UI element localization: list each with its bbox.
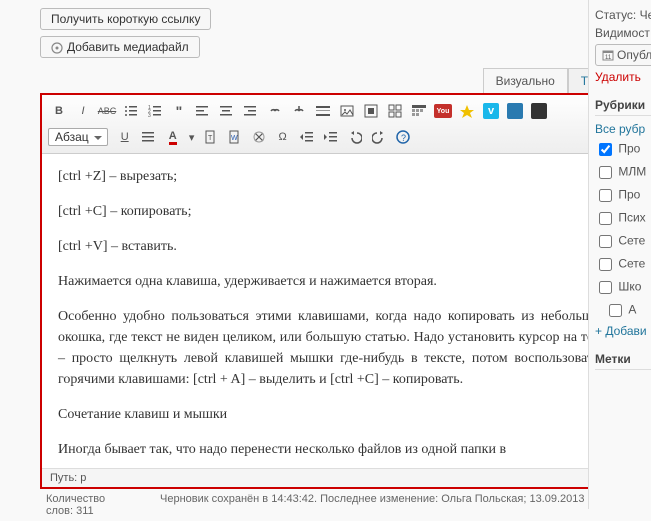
align-right-button[interactable] [240, 100, 262, 122]
svg-text:?: ? [401, 133, 406, 143]
category-item[interactable]: Сете [595, 232, 651, 251]
element-path[interactable]: Путь: p [42, 468, 628, 487]
short-link-button[interactable]: Получить короткую ссылку [40, 8, 211, 30]
rubrics-heading: Рубрики [595, 98, 651, 116]
category-checkbox[interactable] [599, 143, 612, 156]
strike-button[interactable]: ABC [96, 100, 118, 122]
unlink-button[interactable] [288, 100, 310, 122]
outdent-button[interactable] [296, 126, 318, 148]
category-checkbox[interactable] [599, 166, 612, 179]
status-label: Статус: [595, 8, 636, 22]
calendar-icon: 11 [602, 49, 614, 61]
textcolor-button[interactable]: A [162, 126, 184, 148]
plugin1-icon[interactable] [504, 100, 526, 122]
gallery-button[interactable] [384, 100, 406, 122]
save-status: Черновик сохранён в 14:43:42. Последнее … [160, 493, 624, 517]
category-checkbox[interactable] [599, 212, 612, 225]
svg-text:11: 11 [605, 55, 612, 61]
ol-button[interactable]: 123 [144, 100, 166, 122]
category-checkbox[interactable] [609, 304, 622, 317]
category-item[interactable]: Про [595, 140, 651, 159]
svg-text:3: 3 [148, 113, 151, 118]
paste-text-button[interactable]: T [200, 126, 222, 148]
category-item[interactable]: МЛМ [595, 163, 651, 182]
status-bar: Количество слов: 311 Черновик сохранён в… [40, 489, 630, 521]
all-rubrics-tab[interactable]: Все рубр [595, 122, 651, 136]
category-item[interactable]: Псих [595, 209, 651, 228]
justify-button[interactable] [138, 126, 160, 148]
publish-date-button[interactable]: 11 Опубл [595, 44, 651, 66]
paste-word-button[interactable]: W [224, 126, 246, 148]
link-button[interactable] [264, 100, 286, 122]
bold-button[interactable]: B [48, 100, 70, 122]
content-line: [ctrl +C] – копировать; [58, 201, 612, 222]
category-label: Сете [618, 234, 645, 248]
category-checkbox[interactable] [599, 258, 612, 271]
content-line: Сочетание клавиш и мышки [58, 404, 612, 425]
align-center-button[interactable] [216, 100, 238, 122]
remove-format-button[interactable] [248, 126, 270, 148]
undo-button[interactable] [344, 126, 366, 148]
tags-heading: Метки [595, 352, 651, 370]
word-count: Количество слов: 311 [46, 493, 126, 517]
content-line: Иногда бывает так, что надо перенести не… [58, 439, 612, 460]
help-button[interactable]: ? [392, 126, 414, 148]
editor-tabs: ВизуальноТекст [40, 68, 624, 93]
kitchensink-button[interactable] [408, 100, 430, 122]
toolbar: B I ABC 123 " You v [42, 95, 628, 154]
add-category-link[interactable]: + Добави [595, 324, 651, 338]
content-line: Особенно удобно пользоваться этими клави… [58, 306, 612, 390]
delete-link[interactable]: Удалить [595, 70, 641, 84]
fullscreen-button[interactable] [360, 100, 382, 122]
editor-content[interactable]: [ctrl +Z] – вырезать; [ctrl +C] – копиро… [42, 154, 628, 468]
italic-button[interactable]: I [72, 100, 94, 122]
format-select[interactable]: Абзац [48, 128, 108, 146]
youtube-icon[interactable]: You [432, 100, 454, 122]
category-checkbox[interactable] [599, 189, 612, 202]
category-label: Про [618, 142, 640, 156]
category-checkbox[interactable] [599, 235, 612, 248]
align-left-button[interactable] [192, 100, 214, 122]
rutube-icon[interactable] [456, 100, 478, 122]
more-button[interactable] [312, 100, 334, 122]
ul-button[interactable] [120, 100, 142, 122]
category-label: Шко [618, 280, 641, 294]
image-button[interactable] [336, 100, 358, 122]
category-item[interactable]: А [595, 301, 651, 320]
sidebar: Статус: Че Видимост 11 Опубл Удалить Руб… [588, 0, 651, 509]
content-line: [ctrl +V] – вставить. [58, 236, 612, 257]
svg-text:W: W [231, 135, 238, 142]
content-line: [ctrl +Z] – вырезать; [58, 166, 612, 187]
content-line: Нажимается одна клавиша, удерживается и … [58, 271, 612, 292]
media-icon [51, 42, 63, 54]
textcolor-drop-button[interactable]: ▾ [186, 126, 198, 148]
redo-button[interactable] [368, 126, 390, 148]
status-value: Че [640, 8, 651, 22]
underline-button[interactable]: U [114, 126, 136, 148]
category-label: А [628, 303, 636, 317]
category-item[interactable]: Про [595, 186, 651, 205]
add-media-button[interactable]: Добавить медиафайл [40, 36, 200, 58]
plugin2-icon[interactable] [528, 100, 550, 122]
category-label: Псих [618, 211, 645, 225]
publish-label: Опубл [617, 48, 651, 62]
indent-button[interactable] [320, 126, 342, 148]
category-label: МЛМ [618, 165, 646, 179]
charmap-button[interactable]: Ω [272, 126, 294, 148]
editor-container: B I ABC 123 " You v [40, 93, 630, 489]
visibility-label: Видимост [595, 26, 651, 40]
quote-button[interactable]: " [168, 100, 190, 122]
category-label: Сете [618, 257, 645, 271]
svg-text:T: T [208, 135, 213, 142]
category-item[interactable]: Шко [595, 278, 651, 297]
vimeo-icon[interactable]: v [480, 100, 502, 122]
add-media-label: Добавить медиафайл [67, 40, 189, 54]
category-label: Про [618, 188, 640, 202]
tab-visual[interactable]: Визуально [483, 68, 568, 93]
category-item[interactable]: Сете [595, 255, 651, 274]
category-checkbox[interactable] [599, 281, 612, 294]
